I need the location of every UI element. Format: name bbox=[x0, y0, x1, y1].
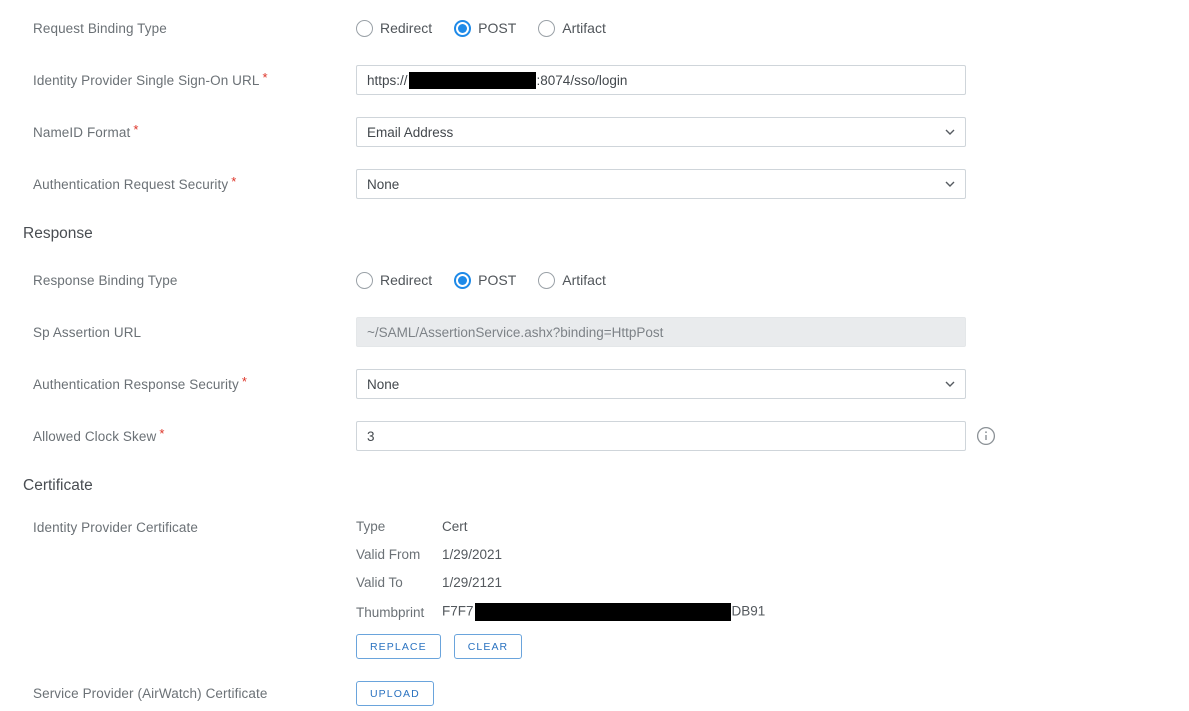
radio-label: POST bbox=[478, 20, 516, 36]
label-text: Identity Provider Certificate bbox=[33, 520, 198, 535]
auth-request-security-label: Authentication Request Security* bbox=[23, 177, 356, 192]
sp-certificate-label: Service Provider (AirWatch) Certificate bbox=[23, 686, 356, 701]
cert-valid-to-row: Valid To 1/29/2121 bbox=[356, 575, 966, 590]
allowed-clock-skew-label: Allowed Clock Skew* bbox=[23, 429, 356, 444]
required-marker: * bbox=[133, 122, 138, 137]
radio-post[interactable]: POST bbox=[454, 20, 516, 37]
radio-label: POST bbox=[478, 272, 516, 288]
saml-settings-form: Request Binding Type Redirect POST Artif… bbox=[0, 0, 1189, 706]
response-section-header: Response bbox=[23, 225, 1189, 243]
redacted-text bbox=[409, 72, 536, 89]
redacted-text bbox=[475, 603, 731, 621]
info-icon[interactable] bbox=[976, 426, 996, 446]
response-binding-type-label: Response Binding Type bbox=[23, 273, 356, 288]
sp-assertion-url-input: ~/SAML/AssertionService.ashx?binding=Htt… bbox=[356, 317, 966, 347]
idp-certificate-buttons: REPLACE CLEAR bbox=[356, 634, 966, 659]
radio-redirect[interactable]: Redirect bbox=[356, 272, 432, 289]
field-row-nameid-format: NameID Format* Email Address bbox=[23, 117, 1189, 147]
cert-type-row: Type Cert bbox=[356, 519, 966, 534]
thumbprint-suffix: DB91 bbox=[732, 604, 766, 619]
cert-thumbprint-value: F7F7 DB91 bbox=[442, 603, 765, 621]
select-value: None bbox=[367, 177, 399, 192]
thumbprint-prefix: F7F7 bbox=[442, 604, 474, 619]
radio-post[interactable]: POST bbox=[454, 272, 516, 289]
required-marker: * bbox=[262, 70, 267, 85]
response-binding-type-radio-group: Redirect POST Artifact bbox=[356, 265, 966, 295]
cert-thumbprint-row: Thumbprint F7F7 DB91 bbox=[356, 603, 966, 621]
cert-valid-to-value: 1/29/2121 bbox=[442, 575, 502, 590]
sp-assertion-url-label: Sp Assertion URL bbox=[23, 325, 356, 340]
label-text: Request Binding Type bbox=[33, 21, 167, 36]
sso-url-prefix: https:// bbox=[367, 73, 408, 88]
idp-certificate-label: Identity Provider Certificate bbox=[23, 517, 356, 535]
sso-url-input[interactable]: https:// :8074/sso/login bbox=[356, 65, 966, 95]
label-text: Response Binding Type bbox=[33, 273, 177, 288]
label-text: Sp Assertion URL bbox=[33, 325, 141, 340]
certificate-section-header: Certificate bbox=[23, 477, 1189, 495]
field-row-sso-url: Identity Provider Single Sign-On URL* ht… bbox=[23, 65, 1189, 95]
required-marker: * bbox=[159, 426, 164, 441]
radio-label: Redirect bbox=[380, 272, 432, 288]
radio-unselected-icon bbox=[538, 20, 555, 37]
sso-url-label: Identity Provider Single Sign-On URL* bbox=[23, 73, 356, 88]
field-row-response-binding-type: Response Binding Type Redirect POST Arti… bbox=[23, 265, 1189, 295]
request-binding-type-radio-group: Redirect POST Artifact bbox=[356, 13, 966, 43]
replace-button[interactable]: REPLACE bbox=[356, 634, 441, 659]
radio-selected-icon bbox=[454, 20, 471, 37]
cert-valid-from-row: Valid From 1/29/2021 bbox=[356, 547, 966, 562]
radio-artifact[interactable]: Artifact bbox=[538, 272, 606, 289]
cert-type-label: Type bbox=[356, 519, 442, 534]
field-row-allowed-clock-skew: Allowed Clock Skew* bbox=[23, 421, 1189, 451]
required-marker: * bbox=[231, 174, 236, 189]
cert-valid-from-value: 1/29/2021 bbox=[442, 547, 502, 562]
nameid-format-label: NameID Format* bbox=[23, 125, 356, 140]
radio-redirect[interactable]: Redirect bbox=[356, 20, 432, 37]
field-row-sp-assertion-url: Sp Assertion URL ~/SAML/AssertionService… bbox=[23, 317, 1189, 347]
radio-selected-icon bbox=[454, 272, 471, 289]
radio-unselected-icon bbox=[356, 20, 373, 37]
clear-button[interactable]: CLEAR bbox=[454, 634, 523, 659]
radio-unselected-icon bbox=[356, 272, 373, 289]
radio-label: Artifact bbox=[562, 20, 606, 36]
chevron-down-icon bbox=[945, 381, 955, 387]
sp-assertion-url-value: ~/SAML/AssertionService.ashx?binding=Htt… bbox=[367, 325, 663, 340]
chevron-down-icon bbox=[945, 129, 955, 135]
label-text: Authentication Request Security bbox=[33, 177, 228, 192]
cert-thumbprint-label: Thumbprint bbox=[356, 605, 442, 620]
required-marker: * bbox=[242, 374, 247, 389]
radio-label: Redirect bbox=[380, 20, 432, 36]
cert-type-value: Cert bbox=[442, 519, 468, 534]
field-row-auth-response-security: Authentication Response Security* None bbox=[23, 369, 1189, 399]
idp-certificate-details: Type Cert Valid From 1/29/2021 Valid To … bbox=[356, 517, 966, 659]
select-value: Email Address bbox=[367, 125, 453, 140]
radio-label: Artifact bbox=[562, 272, 606, 288]
field-row-idp-certificate: Identity Provider Certificate Type Cert … bbox=[23, 517, 1189, 659]
field-row-request-binding-type: Request Binding Type Redirect POST Artif… bbox=[23, 13, 1189, 43]
request-binding-type-label: Request Binding Type bbox=[23, 21, 356, 36]
auth-response-security-label: Authentication Response Security* bbox=[23, 377, 356, 392]
auth-response-security-select[interactable]: None bbox=[356, 369, 966, 399]
sso-url-suffix: :8074/sso/login bbox=[537, 73, 628, 88]
label-text: Identity Provider Single Sign-On URL bbox=[33, 73, 259, 88]
label-text: NameID Format bbox=[33, 125, 130, 140]
auth-request-security-select[interactable]: None bbox=[356, 169, 966, 199]
label-text: Allowed Clock Skew bbox=[33, 429, 156, 444]
nameid-format-select[interactable]: Email Address bbox=[356, 117, 966, 147]
allowed-clock-skew-input[interactable] bbox=[356, 421, 966, 451]
upload-button[interactable]: UPLOAD bbox=[356, 681, 434, 706]
select-value: None bbox=[367, 377, 399, 392]
cert-valid-from-label: Valid From bbox=[356, 547, 442, 562]
radio-artifact[interactable]: Artifact bbox=[538, 20, 606, 37]
radio-unselected-icon bbox=[538, 272, 555, 289]
chevron-down-icon bbox=[945, 181, 955, 187]
label-text: Authentication Response Security bbox=[33, 377, 239, 392]
cert-valid-to-label: Valid To bbox=[356, 575, 442, 590]
label-text: Service Provider (AirWatch) Certificate bbox=[33, 686, 267, 701]
field-row-auth-request-security: Authentication Request Security* None bbox=[23, 169, 1189, 199]
field-row-sp-certificate: Service Provider (AirWatch) Certificate … bbox=[23, 681, 1189, 706]
